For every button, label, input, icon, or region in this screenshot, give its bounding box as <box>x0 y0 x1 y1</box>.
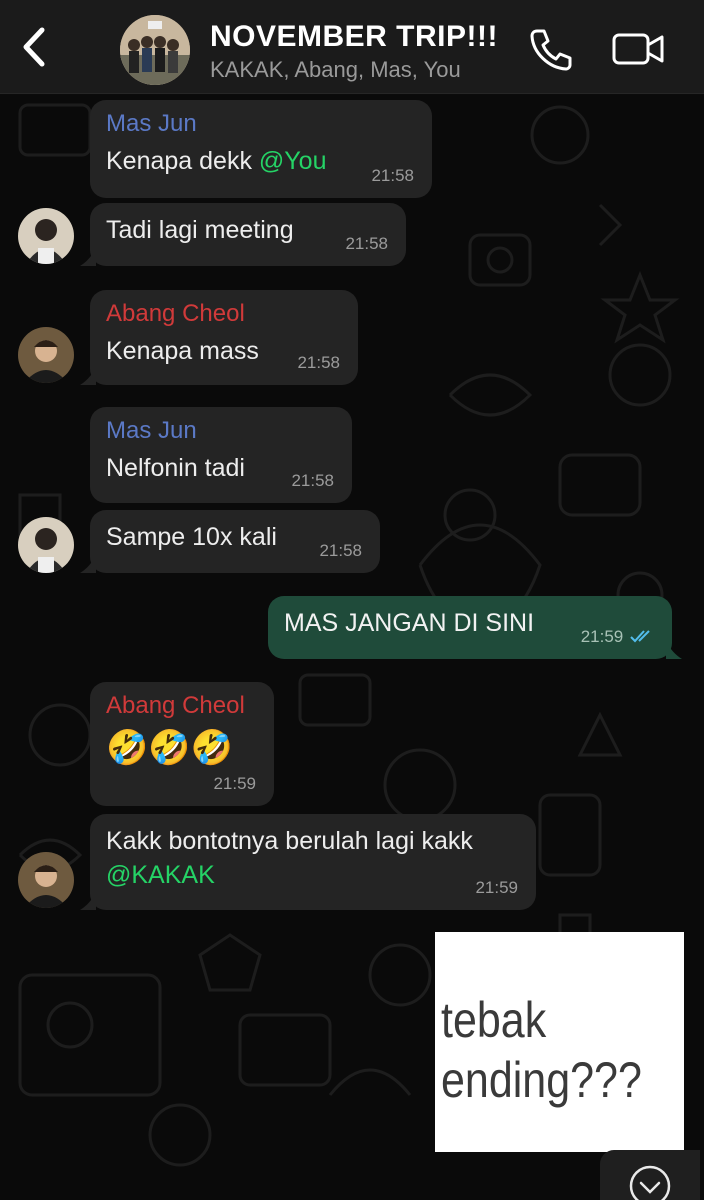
message-bubble[interactable]: Tadi lagi meeting 21:58 <box>80 203 406 266</box>
message-time: 21:59 <box>581 627 656 647</box>
message-bubble[interactable]: Mas Jun Kenapa dekk @You 21:58 <box>90 100 432 198</box>
message-time: 21:59 <box>213 774 256 793</box>
avatar[interactable] <box>18 208 74 264</box>
message-body: Kenapa dekk <box>106 147 259 175</box>
message-bubble[interactable]: Sampe 10x kali 21:58 <box>80 510 380 573</box>
bubble-tail <box>80 248 96 266</box>
sender-name[interactable]: Abang Cheol <box>106 692 258 720</box>
mention-link[interactable]: @You <box>259 147 327 175</box>
message-bubble[interactable]: Abang Cheol 🤣🤣🤣 21:59 <box>90 682 274 806</box>
message-text: Kenapa dekk @You <box>106 144 416 178</box>
bubble-tail <box>80 555 96 573</box>
bubble-tail <box>80 892 96 910</box>
sender-name[interactable]: Mas Jun <box>106 110 416 138</box>
sender-name[interactable]: Abang Cheol <box>106 300 342 328</box>
group-avatar[interactable] <box>120 15 190 85</box>
avatar[interactable] <box>18 852 74 908</box>
chevron-down-icon <box>629 1165 671 1200</box>
double-check-icon <box>630 630 650 643</box>
sticker-line: ending??? <box>441 1052 642 1108</box>
phone-icon[interactable] <box>527 25 575 73</box>
mention-link[interactable]: @KAKAK <box>106 858 520 892</box>
message-emoji: 🤣🤣🤣 <box>106 729 234 767</box>
image-sticker[interactable]: tebak ending??? <box>435 932 684 1152</box>
avatar[interactable] <box>18 517 74 573</box>
video-camera-icon[interactable] <box>610 25 666 73</box>
message-list[interactable]: Mas Jun Kenapa dekk @You 21:58 Tadi lagi… <box>0 95 704 1200</box>
message-time-value: 21:59 <box>580 627 624 646</box>
sticker-caption: tebak ending??? <box>441 990 642 1110</box>
chat-participants[interactable]: KAKAK, Abang, Mas, You <box>210 57 461 83</box>
bubble-tail <box>666 641 682 659</box>
chevron-left-icon[interactable] <box>14 22 54 72</box>
bubble-tail <box>80 367 96 385</box>
message-text: Kakk bontotnya berulah lagi kakk <box>106 827 473 855</box>
scroll-to-bottom-button[interactable] <box>600 1150 700 1200</box>
message-time: 21:58 <box>345 234 388 253</box>
message-time: 21:59 <box>475 878 518 897</box>
chat-title[interactable]: NOVEMBER TRIP!!! <box>210 20 498 54</box>
message-bubble[interactable]: Abang Cheol Kenapa mass 21:58 <box>80 290 358 385</box>
chat-header: NOVEMBER TRIP!!! KAKAK, Abang, Mas, You <box>0 0 704 94</box>
message-bubble[interactable]: Kakk bontotnya berulah lagi kakk @KAKAK … <box>80 814 536 910</box>
message-bubble-outgoing[interactable]: MAS JANGAN DI SINI 21:59 <box>268 596 682 659</box>
message-time: 21:58 <box>291 471 334 490</box>
avatar[interactable] <box>18 327 74 383</box>
message-time: 21:58 <box>319 541 362 560</box>
message-bubble[interactable]: Mas Jun Nelfonin tadi 21:58 <box>90 407 352 503</box>
sender-name[interactable]: Mas Jun <box>106 417 336 445</box>
message-time: 21:58 <box>371 166 414 185</box>
message-time: 21:58 <box>297 353 340 372</box>
sticker-line: tebak <box>441 992 547 1048</box>
